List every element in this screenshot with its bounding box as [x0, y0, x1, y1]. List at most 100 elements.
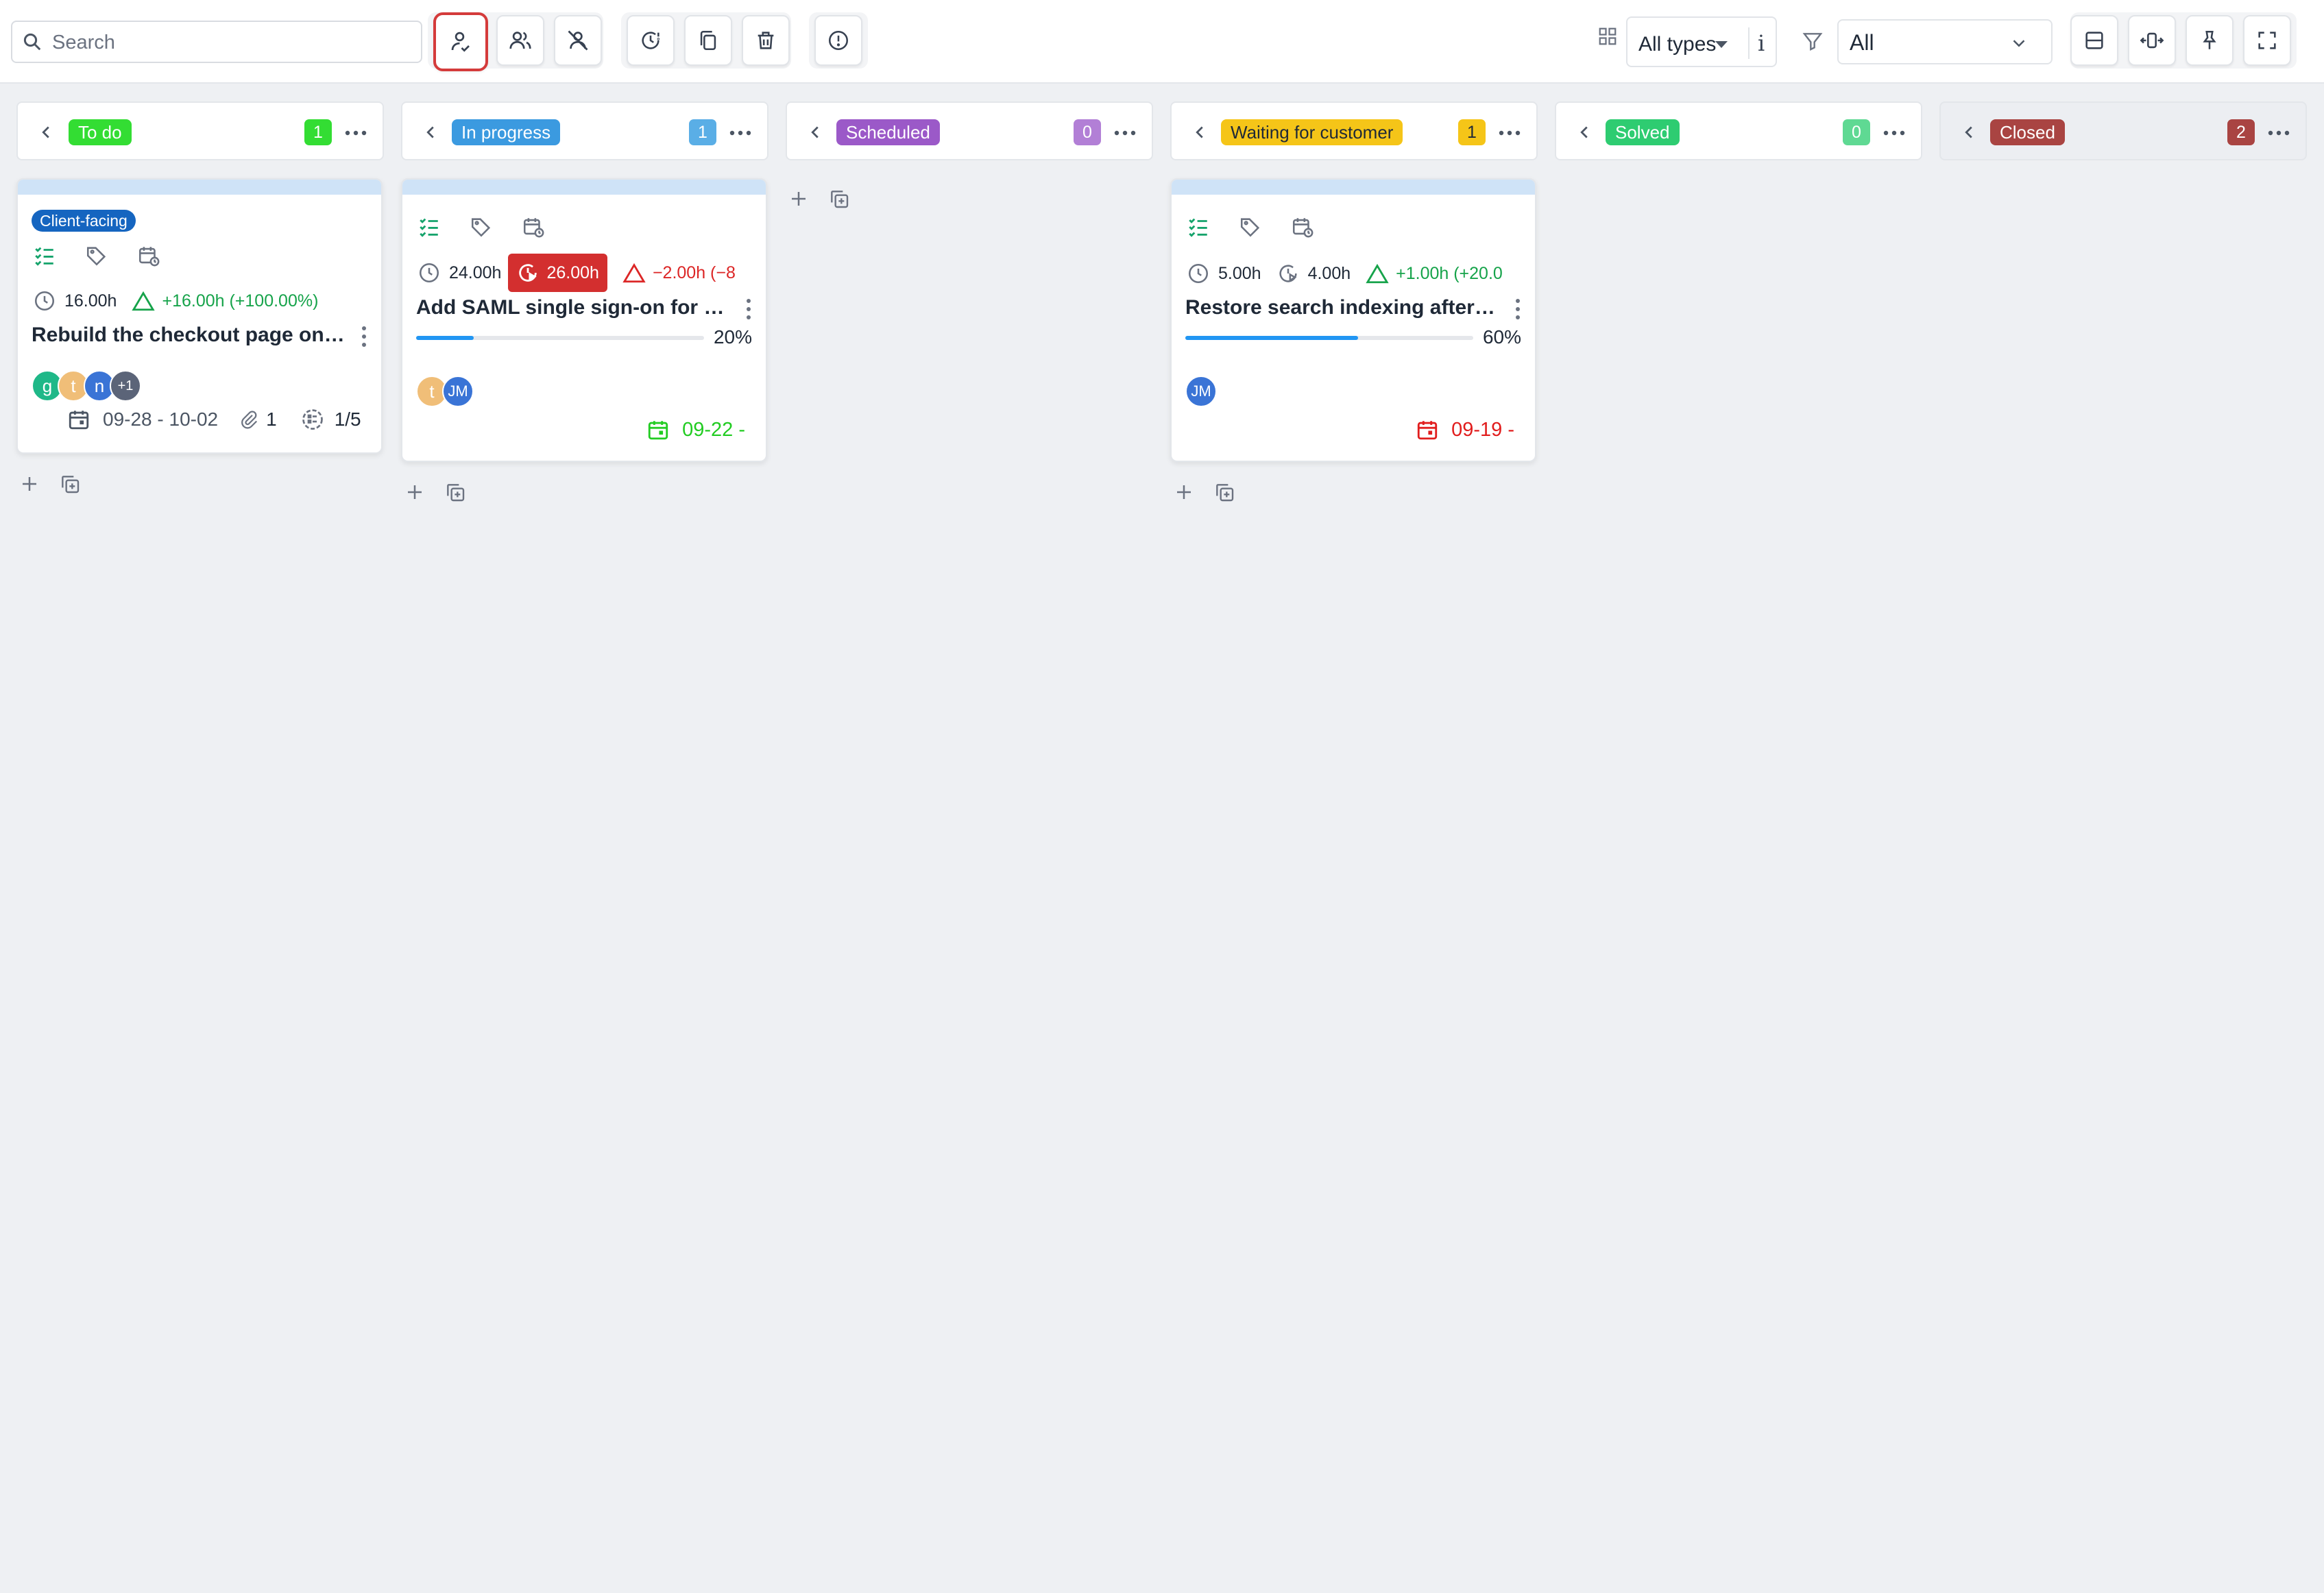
filter-icon: [1802, 33, 1823, 51]
add-from-template-icon[interactable]: [444, 481, 466, 503]
calendar-clock-icon[interactable]: [522, 215, 545, 239]
all-users-button[interactable]: [496, 15, 544, 66]
card-time-row: 5.00h 4.00h +1.00h (+20.0: [1187, 262, 1503, 285]
column-count-badge: 2: [2227, 119, 2255, 145]
search-input[interactable]: [51, 26, 417, 59]
assigned-to-me-button[interactable]: [433, 12, 488, 71]
unassigned-button[interactable]: [554, 15, 602, 66]
types-dropdown[interactable]: All types i: [1626, 16, 1777, 67]
column-add-row: [788, 188, 850, 210]
due-date-text: 09-22 -: [682, 418, 745, 441]
time-spent-over-badge: 26.00h: [508, 254, 607, 292]
chevron-left-icon[interactable]: [1189, 122, 1210, 143]
calendar-clock-icon[interactable]: [137, 244, 160, 267]
types-info-button[interactable]: i: [1758, 30, 1765, 56]
user-check-icon: [451, 32, 470, 52]
add-from-template-icon[interactable]: [1213, 481, 1235, 503]
paperclip-icon: [241, 411, 258, 429]
plus-icon[interactable]: [19, 474, 40, 494]
more-horizontal-icon[interactable]: [1883, 125, 1906, 141]
column-count-badge: 1: [1458, 119, 1486, 145]
card-color-stripe: [1172, 180, 1535, 195]
chevron-left-icon[interactable]: [420, 122, 441, 143]
calendar-clock-icon[interactable]: [1291, 215, 1314, 239]
tag-icon[interactable]: [1239, 215, 1262, 239]
trash-icon: [758, 32, 774, 49]
column-add-row: [1174, 481, 1235, 503]
toolbar: All types i All: [0, 0, 2324, 84]
time-spent-hours: 26.00h: [546, 263, 599, 282]
column-status-tag: Solved: [1606, 119, 1680, 145]
plus-icon[interactable]: [404, 482, 425, 502]
due-date: 09-22 -: [646, 418, 745, 441]
column-add-row: [19, 473, 81, 495]
chevron-left-icon[interactable]: [1959, 122, 1979, 143]
calendar-icon: [1417, 421, 1438, 440]
estimate-hours: 24.00h: [449, 263, 502, 282]
tag-icon[interactable]: [470, 215, 493, 239]
expand-columns-button[interactable]: [2128, 15, 2176, 66]
delta-icon: [622, 263, 646, 283]
checklist-icon[interactable]: [33, 244, 56, 267]
avatar-overflow[interactable]: +1: [110, 370, 141, 402]
user-off-icon: [568, 30, 588, 51]
task-card[interactable]: Client-facing 16.00h +16.00h (+100.00%) …: [16, 178, 383, 454]
more-horizontal-icon[interactable]: [1113, 125, 1137, 141]
card-time-row: 24.00h 26.00h −2.00h (−8: [417, 254, 736, 292]
users-icon: [509, 32, 531, 49]
more-horizontal-icon[interactable]: [344, 125, 367, 141]
types-dropdown-value: All types: [1638, 33, 1717, 56]
chevron-left-icon[interactable]: [36, 122, 56, 143]
info-button[interactable]: [814, 15, 862, 66]
more-vertical-icon[interactable]: [1513, 297, 1523, 321]
progress-percent: 20%: [713, 326, 752, 348]
history-button[interactable]: [627, 15, 675, 66]
assignee-avatars: t JM: [416, 376, 474, 407]
checklist-icon[interactable]: [1187, 215, 1210, 239]
delete-button[interactable]: [742, 15, 790, 66]
column-status-tag: Waiting for customer: [1221, 119, 1403, 145]
compact-view-button[interactable]: [2070, 15, 2118, 66]
column-header-in-progress: In progress 1: [401, 101, 768, 160]
chevron-left-icon[interactable]: [1574, 122, 1595, 143]
avatar[interactable]: JM: [442, 376, 474, 407]
variance-value: +16.00h (+100.00%): [162, 291, 319, 311]
filter-dropdown[interactable]: All: [1837, 19, 2053, 64]
search-box[interactable]: [11, 21, 422, 63]
checklist-progress-icon: [302, 409, 323, 430]
add-from-template-icon[interactable]: [59, 473, 81, 495]
task-card[interactable]: 5.00h 4.00h +1.00h (+20.0 Restore search…: [1170, 178, 1536, 462]
card-time-row: 16.00h +16.00h (+100.00%): [33, 289, 318, 313]
checklist-icon[interactable]: [417, 215, 441, 239]
avatar[interactable]: JM: [1185, 376, 1217, 407]
calendar-icon: [648, 421, 668, 440]
more-horizontal-icon[interactable]: [729, 125, 752, 141]
plus-icon[interactable]: [788, 189, 809, 209]
tag-icon[interactable]: [85, 244, 108, 267]
more-vertical-icon[interactable]: [359, 325, 369, 348]
copy-icon: [700, 30, 716, 51]
add-from-template-icon[interactable]: [828, 188, 850, 210]
pin-button[interactable]: [2186, 15, 2234, 66]
progress-bar-fill: [1185, 336, 1358, 340]
chevron-left-icon[interactable]: [805, 122, 825, 143]
plus-icon[interactable]: [1174, 482, 1194, 502]
assignee-avatars: JM: [1185, 376, 1217, 407]
more-horizontal-icon[interactable]: [2267, 125, 2290, 141]
column-status-tag: Scheduled: [836, 119, 940, 145]
delta-up-icon: [132, 291, 156, 311]
card-title[interactable]: Rebuild the checkout page on th...: [32, 324, 347, 347]
task-card[interactable]: 24.00h 26.00h −2.00h (−8 Add SAML single…: [401, 178, 767, 462]
filter-dropdown-value: All: [1850, 30, 1874, 55]
grid-icon: [1599, 27, 1617, 45]
copy-button[interactable]: [684, 15, 732, 66]
clock-icon: [419, 263, 439, 283]
variance-value: +1.00h (+20.0: [1396, 263, 1503, 283]
card-color-stripe: [18, 180, 381, 195]
fullscreen-button[interactable]: [2243, 15, 2291, 66]
card-title[interactable]: Add SAML single sign-on for staf...: [416, 296, 731, 319]
card-label-chip[interactable]: Client-facing: [32, 210, 136, 232]
more-horizontal-icon[interactable]: [1498, 125, 1521, 141]
card-title[interactable]: Restore search indexing after th...: [1185, 296, 1501, 319]
more-vertical-icon[interactable]: [744, 297, 753, 321]
